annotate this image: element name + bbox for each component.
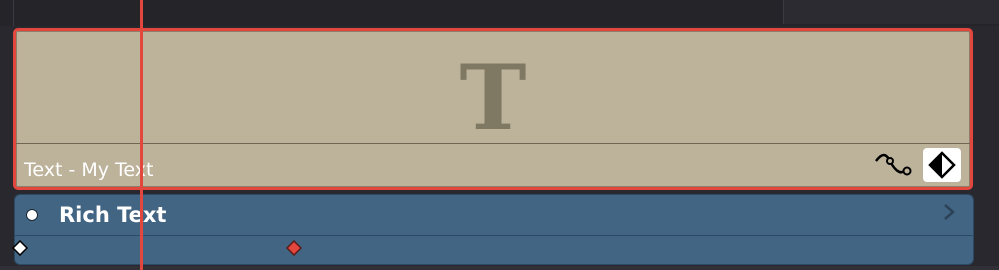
text-clip-label: Text - My Text [24, 159, 154, 181]
rich-text-track[interactable]: Rich Text [14, 194, 974, 265]
chevron-right-icon[interactable] [941, 203, 957, 221]
track-enable-toggle[interactable] [26, 209, 38, 221]
rich-text-label: Rich Text [59, 203, 167, 227]
top-right-cell [783, 0, 999, 24]
next-track-strip [0, 266, 999, 270]
text-clip-glyph: T [459, 45, 527, 151]
track-header-strip [0, 0, 999, 26]
text-clip[interactable]: T Text - My Text [13, 28, 973, 190]
keyframe-marker-selected[interactable] [286, 240, 302, 256]
keyframe-diamond-icon [928, 151, 956, 179]
clip-divider [16, 143, 970, 144]
playhead[interactable] [140, 0, 143, 270]
track-divider [15, 235, 973, 236]
column-divider [13, 0, 14, 26]
curve-icon[interactable] [874, 151, 914, 183]
keyframe-marker[interactable] [12, 240, 28, 256]
keyframe-button[interactable] [923, 148, 961, 182]
timeline-panel: T Text - My Text Rich Text [0, 0, 999, 270]
